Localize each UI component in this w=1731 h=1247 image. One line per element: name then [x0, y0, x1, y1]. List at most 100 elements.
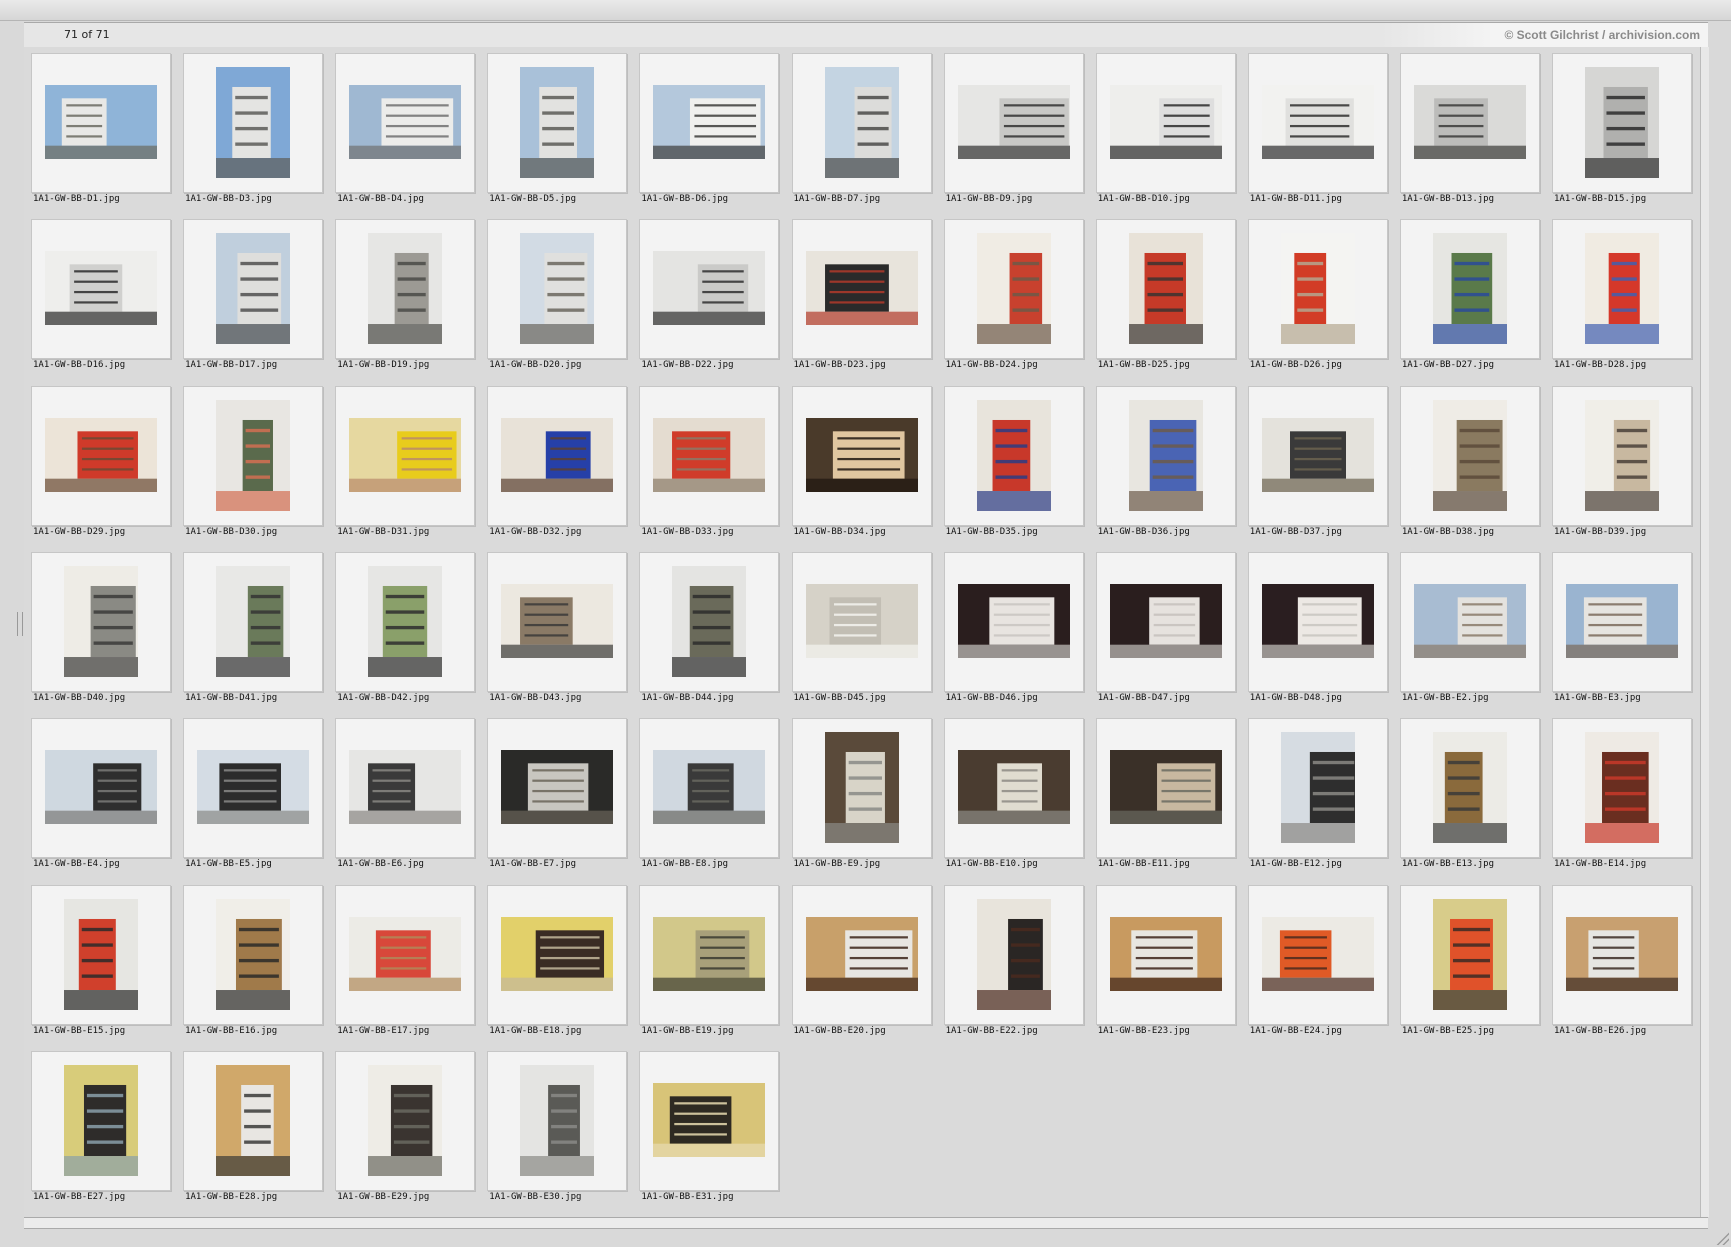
- thumbnail-image[interactable]: [653, 916, 766, 991]
- thumbnail-item[interactable]: 1A1-GW-BB-E22.jpg: [937, 879, 1089, 1045]
- thumbnail-item[interactable]: 1A1-GW-BB-D19.jpg: [328, 213, 480, 379]
- thumbnail-item[interactable]: 1A1-GW-BB-E14.jpg: [1545, 712, 1697, 878]
- thumbnail-item[interactable]: 1A1-GW-BB-E24.jpg: [1241, 879, 1393, 1045]
- thumbnail-image[interactable]: [805, 251, 918, 326]
- thumbnail-image[interactable]: [1109, 916, 1222, 991]
- thumbnail-item[interactable]: 1A1-GW-BB-D46.jpg: [937, 546, 1089, 712]
- thumbnail-item[interactable]: 1A1-GW-BB-E7.jpg: [480, 712, 632, 878]
- thumbnail-image[interactable]: [1109, 583, 1222, 658]
- thumbnail-item[interactable]: 1A1-GW-BB-D48.jpg: [1241, 546, 1393, 712]
- thumbnail-mount[interactable]: [1095, 718, 1236, 859]
- thumbnail-image[interactable]: [653, 251, 766, 326]
- thumbnail-item[interactable]: 1A1-GW-BB-D1.jpg: [24, 47, 176, 213]
- thumbnail-mount[interactable]: [1399, 219, 1540, 360]
- thumbnail-mount[interactable]: [639, 219, 780, 360]
- thumbnail-item[interactable]: 1A1-GW-BB-D40.jpg: [24, 546, 176, 712]
- thumbnail-image[interactable]: [1566, 583, 1678, 658]
- thumbnail-image[interactable]: [501, 583, 614, 658]
- thumbnail-image[interactable]: [1280, 732, 1355, 844]
- thumbnail-image[interactable]: [45, 85, 157, 159]
- thumbnail-item[interactable]: 1A1-GW-BB-D47.jpg: [1089, 546, 1241, 712]
- thumbnail-item[interactable]: 1A1-GW-BB-D29.jpg: [24, 380, 176, 546]
- thumbnail-mount[interactable]: [791, 53, 932, 193]
- thumbnail-item[interactable]: 1A1-GW-BB-E5.jpg: [176, 712, 328, 878]
- thumbnail-mount[interactable]: [1399, 884, 1540, 1025]
- thumbnail-mount[interactable]: [183, 551, 324, 692]
- thumbnail-mount[interactable]: [487, 1050, 628, 1191]
- thumbnail-image[interactable]: [216, 67, 291, 178]
- thumbnail-item[interactable]: 1A1-GW-BB-D38.jpg: [1393, 380, 1545, 546]
- thumbnail-image[interactable]: [653, 1082, 766, 1157]
- thumbnail-image[interactable]: [824, 732, 899, 844]
- thumbnail-image[interactable]: [216, 565, 291, 677]
- thumbnail-image[interactable]: [976, 898, 1051, 1010]
- thumbnail-mount[interactable]: [31, 718, 171, 859]
- thumbnail-mount[interactable]: [943, 551, 1084, 692]
- thumbnail-mount[interactable]: [1552, 219, 1692, 360]
- thumbnail-image[interactable]: [1261, 916, 1374, 991]
- thumbnail-item[interactable]: 1A1-GW-BB-D44.jpg: [632, 546, 784, 712]
- thumbnail-mount[interactable]: [943, 219, 1084, 360]
- thumbnail-item[interactable]: 1A1-GW-BB-D4.jpg: [328, 47, 480, 213]
- thumbnail-item[interactable]: 1A1-GW-BB-D7.jpg: [785, 47, 937, 213]
- thumbnail-image[interactable]: [653, 750, 766, 825]
- thumbnail-mount[interactable]: [335, 53, 476, 193]
- thumbnail-image[interactable]: [805, 417, 918, 492]
- thumbnail-mount[interactable]: [1247, 53, 1388, 193]
- thumbnail-item[interactable]: 1A1-GW-BB-D23.jpg: [785, 213, 937, 379]
- thumbnail-image[interactable]: [216, 399, 291, 511]
- thumbnail-image[interactable]: [1261, 85, 1374, 159]
- thumbnail-mount[interactable]: [183, 385, 324, 526]
- thumbnail-item[interactable]: 1A1-GW-BB-E30.jpg: [480, 1045, 632, 1211]
- thumbnail-image[interactable]: [368, 233, 443, 345]
- thumbnail-item[interactable]: 1A1-GW-BB-D31.jpg: [328, 380, 480, 546]
- thumbnail-image[interactable]: [653, 85, 766, 159]
- thumbnail-image[interactable]: [349, 916, 462, 991]
- thumbnail-mount[interactable]: [31, 551, 171, 692]
- thumbnail-image[interactable]: [64, 1064, 138, 1176]
- thumbnail-image[interactable]: [216, 233, 291, 345]
- thumbnail-image[interactable]: [1128, 233, 1203, 345]
- thumbnail-image[interactable]: [520, 67, 595, 178]
- thumbnail-mount[interactable]: [1095, 551, 1236, 692]
- thumbnail-item[interactable]: 1A1-GW-BB-E10.jpg: [937, 712, 1089, 878]
- thumbnail-item[interactable]: 1A1-GW-BB-D41.jpg: [176, 546, 328, 712]
- thumbnail-image[interactable]: [501, 417, 614, 492]
- thumbnail-mount[interactable]: [1247, 551, 1388, 692]
- thumbnail-item[interactable]: 1A1-GW-BB-D15.jpg: [1545, 47, 1697, 213]
- thumbnail-image[interactable]: [805, 583, 918, 658]
- thumbnail-image[interactable]: [1128, 399, 1203, 511]
- thumbnail-mount[interactable]: [791, 718, 932, 859]
- thumbnail-mount[interactable]: [791, 884, 932, 1025]
- thumbnail-mount[interactable]: [943, 884, 1084, 1025]
- thumbnail-mount[interactable]: [1247, 385, 1388, 526]
- thumbnail-item[interactable]: 1A1-GW-BB-D13.jpg: [1393, 47, 1545, 213]
- thumbnail-image[interactable]: [824, 67, 899, 178]
- thumbnail-item[interactable]: 1A1-GW-BB-D22.jpg: [632, 213, 784, 379]
- thumbnail-image[interactable]: [349, 85, 462, 159]
- thumbnail-image[interactable]: [957, 750, 1070, 825]
- thumbnail-item[interactable]: 1A1-GW-BB-D34.jpg: [785, 380, 937, 546]
- thumbnail-item[interactable]: 1A1-GW-BB-E28.jpg: [176, 1045, 328, 1211]
- thumbnail-image[interactable]: [64, 898, 138, 1010]
- thumbnail-item[interactable]: 1A1-GW-BB-D28.jpg: [1545, 213, 1697, 379]
- thumbnail-image[interactable]: [1432, 233, 1507, 345]
- thumbnail-mount[interactable]: [1552, 884, 1692, 1025]
- thumbnail-item[interactable]: 1A1-GW-BB-E18.jpg: [480, 879, 632, 1045]
- thumbnail-item[interactable]: 1A1-GW-BB-D17.jpg: [176, 213, 328, 379]
- thumbnail-item[interactable]: 1A1-GW-BB-D42.jpg: [328, 546, 480, 712]
- thumbnail-mount[interactable]: [1399, 551, 1540, 692]
- thumbnail-image[interactable]: [1585, 67, 1659, 178]
- thumbnail-item[interactable]: 1A1-GW-BB-D9.jpg: [937, 47, 1089, 213]
- thumbnail-image[interactable]: [1432, 399, 1507, 511]
- thumbnail-item[interactable]: 1A1-GW-BB-E27.jpg: [24, 1045, 176, 1211]
- thumbnail-item[interactable]: 1A1-GW-BB-D26.jpg: [1241, 213, 1393, 379]
- thumbnail-mount[interactable]: [1247, 219, 1388, 360]
- thumbnail-mount[interactable]: [1247, 884, 1388, 1025]
- thumbnail-mount[interactable]: [335, 718, 476, 859]
- thumbnail-image[interactable]: [1413, 85, 1526, 159]
- horizontal-scrollbar[interactable]: [24, 1217, 1708, 1229]
- thumbnail-item[interactable]: 1A1-GW-BB-D24.jpg: [937, 213, 1089, 379]
- thumbnail-mount[interactable]: [1095, 219, 1236, 360]
- thumbnail-image[interactable]: [349, 750, 462, 825]
